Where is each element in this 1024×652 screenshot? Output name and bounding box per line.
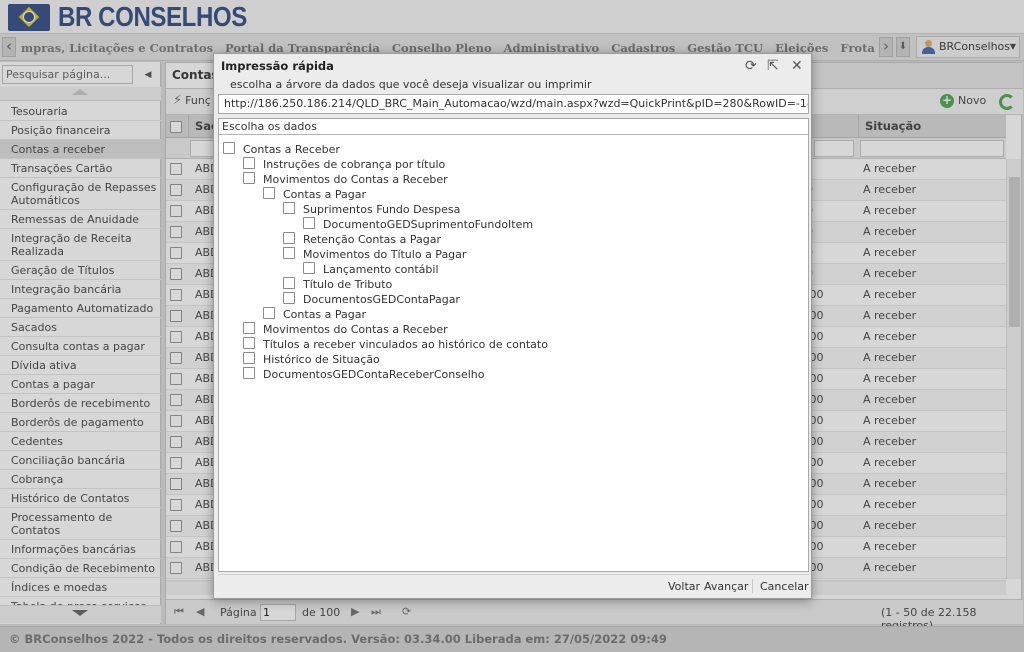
tree-node: Movimentos do Título a Pagar <box>219 246 808 261</box>
close-icon[interactable]: ✕ <box>791 58 803 74</box>
dialog-url-field[interactable]: http://186.250.186.214/QLD_BRC_Main_Auto… <box>218 94 809 114</box>
tree-node: DocumentosGEDContaPagar <box>219 291 808 306</box>
tree-node: Títulos a receber vinculados ao históric… <box>219 336 808 351</box>
tree-node: Suprimentos Fundo Despesa <box>219 201 808 216</box>
tree-node: DocumentoGEDSuprimentoFundoItem <box>219 216 808 231</box>
tree-node-checkbox[interactable] <box>263 307 275 319</box>
tree-node-label: Movimentos do Título a Pagar <box>303 248 467 261</box>
dialog-subtitle: escolha a árvore da dados que você desej… <box>230 78 592 91</box>
tree-node-label: Contas a Pagar <box>283 308 367 321</box>
tree-node: Movimentos do Contas a Receber <box>219 171 808 186</box>
tree-node-label: Suprimentos Fundo Despesa <box>303 203 461 216</box>
tree-header: Escolha os dados <box>219 119 808 135</box>
tree-node: Contas a Pagar <box>219 306 808 321</box>
tree-node-label: Instruções de cobrança por título <box>263 158 446 171</box>
tree-node: Retenção Contas a Pagar <box>219 231 808 246</box>
tree-node-checkbox[interactable] <box>283 292 295 304</box>
tree-node-label: Contas a Pagar <box>283 188 367 201</box>
tree-node: Lançamento contábil <box>219 261 808 276</box>
external-link-icon[interactable]: ⇱ <box>767 58 779 74</box>
tree-node-checkbox[interactable] <box>243 337 255 349</box>
cancel-button[interactable]: Cancelar <box>760 580 809 593</box>
tree-node-label: Retenção Contas a Pagar <box>303 233 442 246</box>
tree-node: Contas a Receber <box>219 141 808 156</box>
tree-node-label: DocumentosGEDContaReceberConselho <box>263 368 485 381</box>
tree-node-checkbox[interactable] <box>243 352 255 364</box>
tree-node-checkbox[interactable] <box>243 172 255 184</box>
tree-node-checkbox[interactable] <box>283 232 295 244</box>
tree-node-label: DocumentosGEDContaPagar <box>303 293 460 306</box>
tree-node-checkbox[interactable] <box>243 367 255 379</box>
data-tree: Contas a Receber Instruções de cobrança p… <box>219 141 808 381</box>
dialog-footer: Voltar Avançar Cancelar <box>218 574 809 596</box>
tree-node-label: Histórico de Situação <box>263 353 380 366</box>
tree-node-label: Lançamento contábil <box>323 263 439 276</box>
tree-node-checkbox[interactable] <box>283 247 295 259</box>
tree-node-checkbox[interactable] <box>283 277 295 289</box>
tree-node-label: Contas a Receber <box>243 143 340 156</box>
tree-node-checkbox[interactable] <box>223 142 235 154</box>
tree-node-label: Movimentos do Contas a Receber <box>263 173 448 186</box>
refresh-icon[interactable]: ⟳ <box>745 58 757 74</box>
tree-node: Título de Tributo <box>219 276 808 291</box>
tree-node: Instruções de cobrança por título <box>219 156 808 171</box>
tree-node: Histórico de Situação <box>219 351 808 366</box>
next-button[interactable]: Avançar <box>704 580 748 593</box>
tree-node-checkbox[interactable] <box>283 202 295 214</box>
tree-node-label: DocumentoGEDSuprimentoFundoItem <box>323 218 534 231</box>
tree-node-checkbox[interactable] <box>303 217 315 229</box>
tree-node-checkbox[interactable] <box>303 262 315 274</box>
tree-node: Movimentos do Contas a Receber <box>219 321 808 336</box>
tree-node: DocumentosGEDContaReceberConselho <box>219 366 808 381</box>
tree-node-label: Títulos a receber vinculados ao históric… <box>263 338 548 351</box>
back-button[interactable]: Voltar <box>668 580 700 593</box>
tree-node-checkbox[interactable] <box>263 187 275 199</box>
tree-node-checkbox[interactable] <box>243 157 255 169</box>
dialog-title: Impressão rápida <box>221 59 334 73</box>
data-tree-panel: Escolha os dados Contas a Receber Instruç… <box>218 118 809 572</box>
tree-node: Contas a Pagar <box>219 186 808 201</box>
quick-print-dialog: Impressão rápida ⟳ ⇱ ✕ escolha a árvore … <box>213 53 812 599</box>
dialog-actions: ⟳ ⇱ ✕ <box>745 58 811 76</box>
tree-node-label: Movimentos do Contas a Receber <box>263 323 448 336</box>
tree-node-checkbox[interactable] <box>243 322 255 334</box>
tree-node-label: Título de Tributo <box>303 278 393 291</box>
